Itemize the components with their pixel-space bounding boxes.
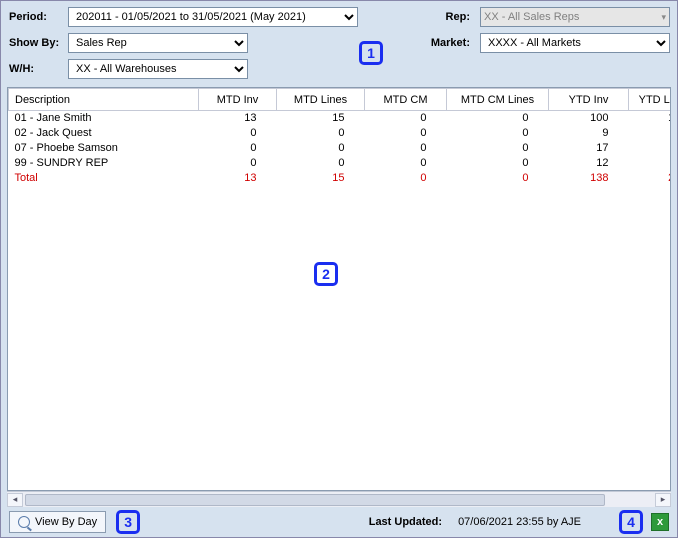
cell-value: 0 — [365, 171, 447, 186]
cell-value: 15 — [277, 171, 365, 186]
cell-value: 12 — [549, 156, 629, 171]
table-row[interactable]: Total131500138242 — [9, 171, 672, 186]
col-description[interactable]: Description — [9, 89, 199, 111]
wh-label: W/H: — [9, 63, 64, 75]
cell-value: 0 — [277, 141, 365, 156]
callout-badge-4: 4 — [619, 510, 643, 534]
showby-select[interactable]: Sales Rep — [68, 33, 248, 53]
period-select[interactable]: 202011 - 01/05/2021 to 31/05/2021 (May 2… — [68, 7, 358, 27]
view-by-day-button[interactable]: View By Day — [9, 511, 106, 533]
period-label: Period: — [9, 11, 64, 23]
cell-value: 16 — [629, 156, 672, 171]
export-excel-button[interactable]: x — [651, 513, 669, 531]
callout-badge-3: 3 — [116, 510, 140, 534]
cell-value: 0 — [277, 126, 365, 141]
cell-description: 99 - SUNDRY REP — [9, 156, 199, 171]
data-table-area: Description MTD Inv MTD Lines MTD CM MTD… — [7, 87, 671, 491]
cell-value: 0 — [199, 156, 277, 171]
cell-value: 0 — [365, 141, 447, 156]
cell-value: 0 — [199, 141, 277, 156]
cell-value: 13 — [199, 171, 277, 186]
table-row[interactable]: 02 - Jack Quest0000912 — [9, 126, 672, 141]
wh-select[interactable]: XX - All Warehouses — [68, 59, 248, 79]
cell-value: 13 — [199, 111, 277, 126]
scroll-left-arrow[interactable]: ◂ — [7, 493, 23, 507]
last-updated-value: 07/06/2021 23:55 by AJE — [458, 516, 581, 528]
cell-value: 181 — [629, 111, 672, 126]
cell-value: 12 — [629, 126, 672, 141]
cell-value: 15 — [277, 111, 365, 126]
table-header-row: Description MTD Inv MTD Lines MTD CM MTD… — [9, 89, 672, 111]
col-mtd-lines[interactable]: MTD Lines — [277, 89, 365, 111]
table-row[interactable]: 01 - Jane Smith131500100181 — [9, 111, 672, 126]
cell-description: 02 - Jack Quest — [9, 126, 199, 141]
cell-value: 0 — [447, 141, 549, 156]
magnifier-icon — [18, 516, 30, 528]
cell-description: 07 - Phoebe Samson — [9, 141, 199, 156]
view-by-day-label: View By Day — [35, 516, 97, 528]
col-mtd-cm-lines[interactable]: MTD CM Lines — [447, 89, 549, 111]
cell-value: 0 — [365, 126, 447, 141]
market-select[interactable]: XXXX - All Markets — [480, 33, 670, 53]
scroll-track[interactable] — [23, 493, 655, 507]
col-mtd-inv[interactable]: MTD Inv — [199, 89, 277, 111]
cell-value: 138 — [549, 171, 629, 186]
scroll-right-arrow[interactable]: ▸ — [655, 493, 671, 507]
data-table: Description MTD Inv MTD Lines MTD CM MTD… — [8, 88, 671, 186]
cell-value: 0 — [277, 156, 365, 171]
rep-select: XX - All Sales Reps▾ — [480, 7, 670, 27]
footer-bar: View By Day 3 Last Updated: 07/06/2021 2… — [1, 507, 677, 537]
excel-icon: x — [657, 516, 663, 528]
cell-value: 242 — [629, 171, 672, 186]
scroll-thumb[interactable] — [25, 494, 605, 506]
cell-value: 0 — [447, 156, 549, 171]
horizontal-scrollbar[interactable]: ◂ ▸ — [7, 491, 671, 507]
callout-badge-2: 2 — [314, 262, 338, 286]
cell-value: 0 — [447, 171, 549, 186]
cell-description: Total — [9, 171, 199, 186]
cell-value: 0 — [365, 111, 447, 126]
cell-value: 0 — [447, 111, 549, 126]
cell-value: 9 — [549, 126, 629, 141]
col-ytd-lines[interactable]: YTD Lin — [629, 89, 672, 111]
cell-value: 0 — [365, 156, 447, 171]
col-mtd-cm[interactable]: MTD CM — [365, 89, 447, 111]
market-label: Market: — [396, 37, 476, 49]
filter-panel: Period: 202011 - 01/05/2021 to 31/05/202… — [1, 1, 677, 87]
cell-description: 01 - Jane Smith — [9, 111, 199, 126]
showby-label: Show By: — [9, 37, 64, 49]
rep-label: Rep: — [396, 11, 476, 23]
cell-value: 17 — [549, 141, 629, 156]
cell-value: 33 — [629, 141, 672, 156]
cell-value: 0 — [199, 126, 277, 141]
cell-value: 0 — [447, 126, 549, 141]
col-ytd-inv[interactable]: YTD Inv — [549, 89, 629, 111]
cell-value: 100 — [549, 111, 629, 126]
table-row[interactable]: 07 - Phoebe Samson00001733 — [9, 141, 672, 156]
last-updated-label: Last Updated: — [369, 516, 442, 528]
table-row[interactable]: 99 - SUNDRY REP00001216 — [9, 156, 672, 171]
